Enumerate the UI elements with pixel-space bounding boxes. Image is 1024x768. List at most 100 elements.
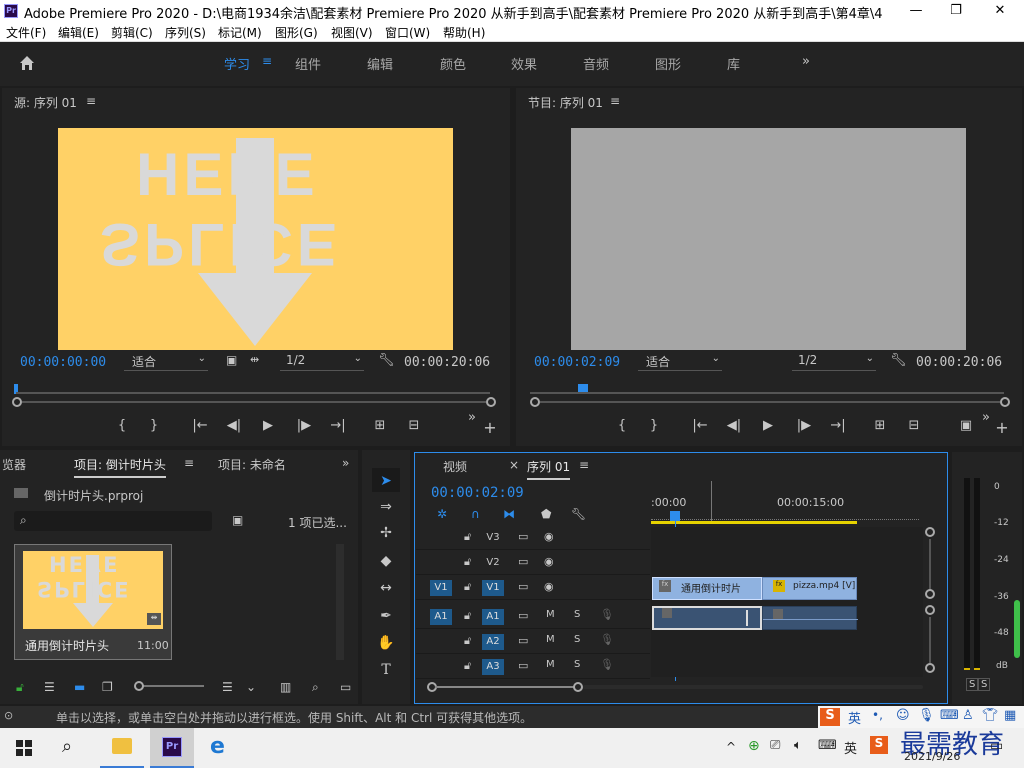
project-search-input[interactable]: ⌕	[14, 511, 212, 531]
ripple-edit-tool-icon[interactable]: ✢	[372, 522, 400, 544]
selection-tool-icon[interactable]: ➤	[372, 470, 400, 492]
overwrite-clip-icon[interactable]: ⊟	[404, 418, 424, 433]
program-zoom-bar[interactable]	[540, 401, 1000, 403]
program-resolution-dropdown[interactable]: 1/2 ⌄	[792, 353, 876, 371]
timeline-menu-icon[interactable]: ≡	[579, 458, 589, 472]
track-target-v1[interactable]: V1	[482, 580, 504, 596]
program-mark-in-button[interactable]: {	[612, 418, 632, 433]
lock-icon[interactable]: 🔓︎	[464, 555, 471, 569]
sync-lock-icon[interactable]: ▭	[518, 634, 528, 647]
export-frame-icon[interactable]: ▣	[226, 353, 237, 367]
export-frame-icon[interactable]: ▣	[956, 418, 976, 433]
project-clip-item[interactable]: HERE SPLICE ⇹ 通用倒计时片头 11:00	[14, 544, 172, 660]
program-zoom-left-handle[interactable]	[530, 397, 540, 407]
menu-file[interactable]: 文件(F)	[6, 24, 46, 41]
timeline-clip-countdown[interactable]: fx 通用倒计时片	[652, 577, 762, 600]
menu-clip[interactable]: 剪辑(C)	[111, 24, 153, 41]
mute-button-a3[interactable]: M	[546, 659, 555, 670]
workspace-tab-editing[interactable]: 编辑	[367, 54, 393, 73]
timeline-vscroll-bottom-handle[interactable]	[925, 589, 935, 599]
home-icon[interactable]	[18, 54, 36, 72]
program-mark-out-button[interactable]: }	[644, 418, 664, 433]
source-resolution-dropdown[interactable]: 1/2 ⌄	[280, 353, 364, 371]
menu-graphics[interactable]: 图形(G)	[275, 24, 318, 41]
program-scrub-bar[interactable]	[530, 392, 1004, 394]
timeline-clip-pizza-video[interactable]: fx pizza.mp4 [V]	[762, 577, 857, 600]
source-zoom-right-handle[interactable]	[486, 397, 496, 407]
lock-icon[interactable]: 🔓︎	[464, 580, 471, 594]
lock-icon[interactable]: 🔓︎	[464, 609, 471, 623]
tray-show-hidden-icon[interactable]: ^	[726, 740, 736, 754]
workspace-tab-graphics[interactable]: 图形	[655, 54, 681, 73]
menu-sequence[interactable]: 序列(S)	[165, 24, 206, 41]
source-timecode[interactable]: 00:00:00:00	[20, 355, 106, 370]
wrench-icon[interactable]: 🔧︎	[890, 353, 907, 368]
sort-icon[interactable]: ☰	[222, 680, 233, 694]
add-marker-icon[interactable]: ⬟	[541, 507, 551, 521]
source-zoom-left-handle[interactable]	[12, 397, 22, 407]
solo-right-button[interactable]: S	[978, 678, 991, 691]
eye-icon[interactable]: ◉	[544, 555, 554, 568]
eye-icon[interactable]: ◉	[544, 580, 554, 593]
lock-icon[interactable]: 🔓︎	[464, 659, 471, 673]
program-step-forward-button[interactable]: |▶	[794, 418, 814, 433]
linked-selection-icon[interactable]: ⧓	[503, 507, 515, 521]
search-icon[interactable]: ⌕	[312, 680, 319, 695]
project-panel-menu-icon[interactable]: ≡	[184, 456, 194, 470]
thumbnail-size-handle[interactable]	[134, 681, 144, 691]
menu-marker[interactable]: 标记(M)	[218, 24, 262, 41]
source-panel-menu-icon[interactable]: ≡	[86, 94, 96, 108]
program-play-button[interactable]: ▶	[758, 418, 778, 433]
lock-icon[interactable]: 🔓︎	[464, 530, 471, 544]
menu-view[interactable]: 视图(V)	[331, 24, 373, 41]
menu-edit[interactable]: 编辑(E)	[58, 24, 99, 41]
track-area[interactable]	[651, 527, 923, 677]
menu-help[interactable]: 帮助(H)	[443, 24, 485, 41]
wrench-icon[interactable]: 🔧︎	[571, 507, 586, 521]
source-patch-a1[interactable]: A1	[430, 609, 452, 625]
program-go-in-button[interactable]: |←	[690, 418, 710, 433]
menu-window[interactable]: 窗口(W)	[385, 24, 430, 41]
source-fit-dropdown[interactable]: 适合 ⌄	[124, 353, 208, 371]
nest-icon[interactable]: ✲	[437, 507, 447, 521]
timeline-timecode[interactable]: 00:00:02:09	[431, 485, 524, 501]
source-add-button[interactable]: +	[480, 418, 500, 437]
sync-lock-icon[interactable]: ▭	[518, 580, 528, 593]
workspace-tab-audio[interactable]: 音频	[583, 54, 609, 73]
track-target-a1[interactable]: A1	[482, 609, 504, 625]
network-icon[interactable]: ⎚	[770, 738, 780, 753]
timeline-vscroll-bar[interactable]	[929, 539, 931, 591]
audio-vscroll-bar[interactable]	[929, 617, 931, 663]
ime-punctuation[interactable]: •,	[872, 708, 883, 722]
source-scrub-bar[interactable]	[16, 392, 490, 394]
audio-vscroll-top-handle[interactable]	[925, 605, 935, 615]
meter-scrollbar[interactable]	[1014, 600, 1020, 658]
lift-icon[interactable]: ⊞	[870, 418, 890, 433]
source-step-back-button[interactable]: ◀|	[224, 418, 244, 433]
track-target-v3[interactable]: V3	[482, 530, 504, 546]
source-more-button[interactable]: »	[462, 410, 482, 425]
program-step-back-button[interactable]: ◀|	[724, 418, 744, 433]
timeline-vscroll-top-handle[interactable]	[925, 527, 935, 537]
edge-browser-icon[interactable]: e	[210, 734, 225, 759]
hand-tool-icon[interactable]: ✋	[372, 632, 400, 654]
workspace-tab-color[interactable]: 颜色	[440, 54, 466, 73]
thumbnail-size-slider[interactable]	[136, 685, 204, 687]
source-play-button[interactable]: ▶	[258, 418, 278, 433]
timeline-hscroll-right-handle[interactable]	[573, 682, 583, 692]
tab-project-unnamed[interactable]: 项目: 未命名	[218, 456, 286, 473]
new-bin-from-search-icon[interactable]: ▣	[232, 513, 243, 527]
lock-icon[interactable]: 🔓︎	[464, 634, 471, 648]
timeline-audio-clip-countdown[interactable]	[652, 606, 762, 630]
taskbar-premiere[interactable]: Pr	[150, 728, 194, 768]
source-go-in-button[interactable]: |←	[190, 418, 210, 433]
timeline-hscroll-track[interactable]	[583, 685, 923, 689]
sogou-tray-icon[interactable]: S	[870, 736, 888, 754]
tab-media-browser[interactable]: 览器	[2, 456, 26, 473]
chevron-down-icon[interactable]: ⌄	[246, 680, 256, 694]
microphone-icon[interactable]: 🎙︎	[600, 608, 614, 621]
solo-button-a2[interactable]: S	[574, 634, 580, 645]
solo-left-button[interactable]: S	[966, 678, 979, 691]
source-zoom-bar[interactable]	[22, 401, 486, 403]
close-icon[interactable]: ×	[509, 458, 519, 472]
